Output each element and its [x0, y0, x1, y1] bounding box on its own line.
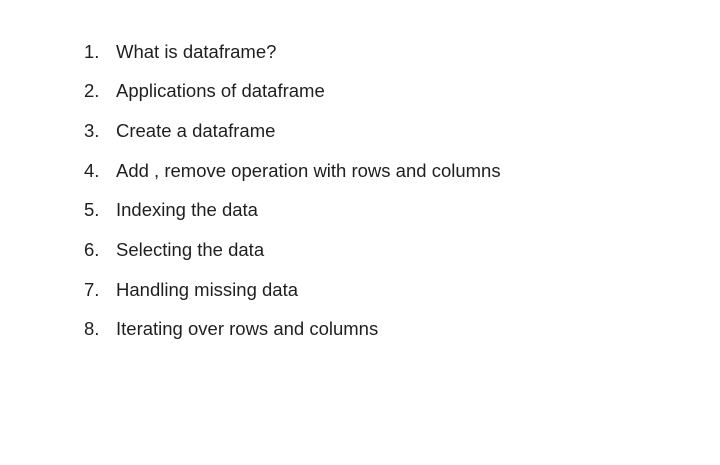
document-page: 1. What is dataframe? 2. Applications of…	[0, 0, 720, 465]
list-item-number: 5.	[84, 199, 100, 221]
list-item-number: 8.	[84, 318, 100, 340]
list-item-text: Handling missing data	[116, 278, 299, 300]
list-item-number: 1.	[84, 40, 100, 62]
list-item: 1. What is dataframe?	[84, 32, 501, 72]
list-item: 2. Applications of dataframe	[84, 72, 501, 112]
list-item-number: 4.	[84, 159, 100, 181]
list-item-number: 2.	[84, 80, 100, 102]
list-item-number: 7.	[84, 278, 100, 300]
list-item-text: Indexing the data	[116, 199, 258, 221]
list-item: 8. Iterating over rows and columns	[84, 310, 501, 350]
topic-list: 1. What is dataframe? 2. Applications of…	[84, 32, 501, 350]
list-item-number: 3.	[84, 119, 100, 141]
list-item: 6. Selecting the data	[84, 230, 501, 270]
list-item-text: Add , remove operation with rows and col…	[116, 159, 501, 181]
list-item-text: Create a dataframe	[116, 119, 276, 141]
list-item: 3. Create a dataframe	[84, 111, 501, 151]
list-item-text: Selecting the data	[116, 239, 265, 261]
list-item: 5. Indexing the data	[84, 191, 501, 231]
list-item-text: Iterating over rows and columns	[116, 318, 379, 340]
list-item-text: Applications of dataframe	[116, 80, 325, 102]
list-item-text: What is dataframe?	[116, 40, 277, 62]
list-item: 7. Handling missing data	[84, 270, 501, 310]
list-item: 4. Add , remove operation with rows and …	[84, 151, 501, 191]
list-item-number: 6.	[84, 239, 100, 261]
